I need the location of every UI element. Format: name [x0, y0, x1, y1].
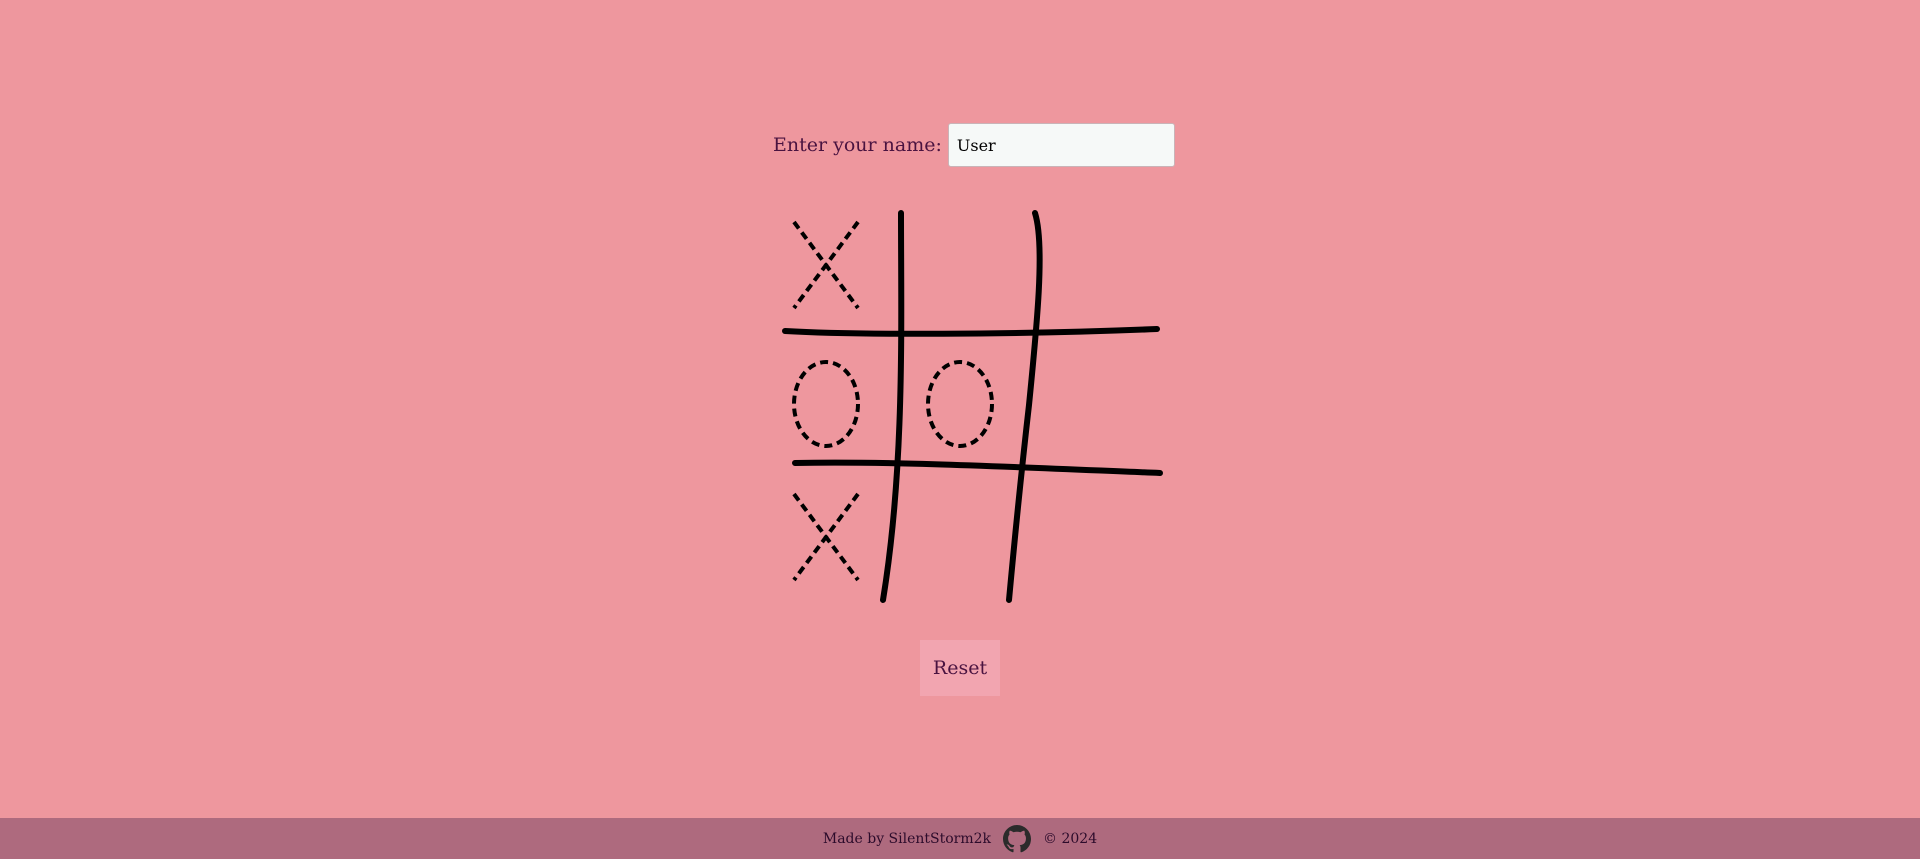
- board-cell[interactable]: [766, 344, 886, 464]
- made-by-text: Made by SilentStorm2k: [822, 830, 992, 847]
- github-icon[interactable]: [1003, 824, 1032, 853]
- grid-line-horizontal-2: [792, 459, 1163, 476]
- board-cell[interactable]: [1034, 205, 1154, 325]
- game-board: [773, 205, 1173, 605]
- footer: Made by SilentStorm2k © 2024: [0, 818, 1920, 859]
- name-input[interactable]: [947, 123, 1175, 167]
- name-label: Enter your name:: [773, 134, 942, 156]
- board-cell[interactable]: [900, 477, 1020, 597]
- board-cells: [766, 205, 1154, 597]
- board-svg: [782, 210, 1163, 603]
- board-cell[interactable]: [1034, 477, 1154, 597]
- name-form: Enter your name:: [773, 122, 1175, 168]
- copyright-text: © 2024: [1043, 830, 1098, 847]
- grid-line-horizontal-1: [782, 326, 1160, 337]
- reset-button[interactable]: Reset: [920, 640, 1000, 696]
- board-cell[interactable]: [900, 205, 1020, 325]
- board-cell[interactable]: [1034, 344, 1154, 464]
- board-cell[interactable]: [766, 205, 886, 325]
- board-cell[interactable]: [766, 477, 886, 597]
- board-cell[interactable]: [900, 344, 1020, 464]
